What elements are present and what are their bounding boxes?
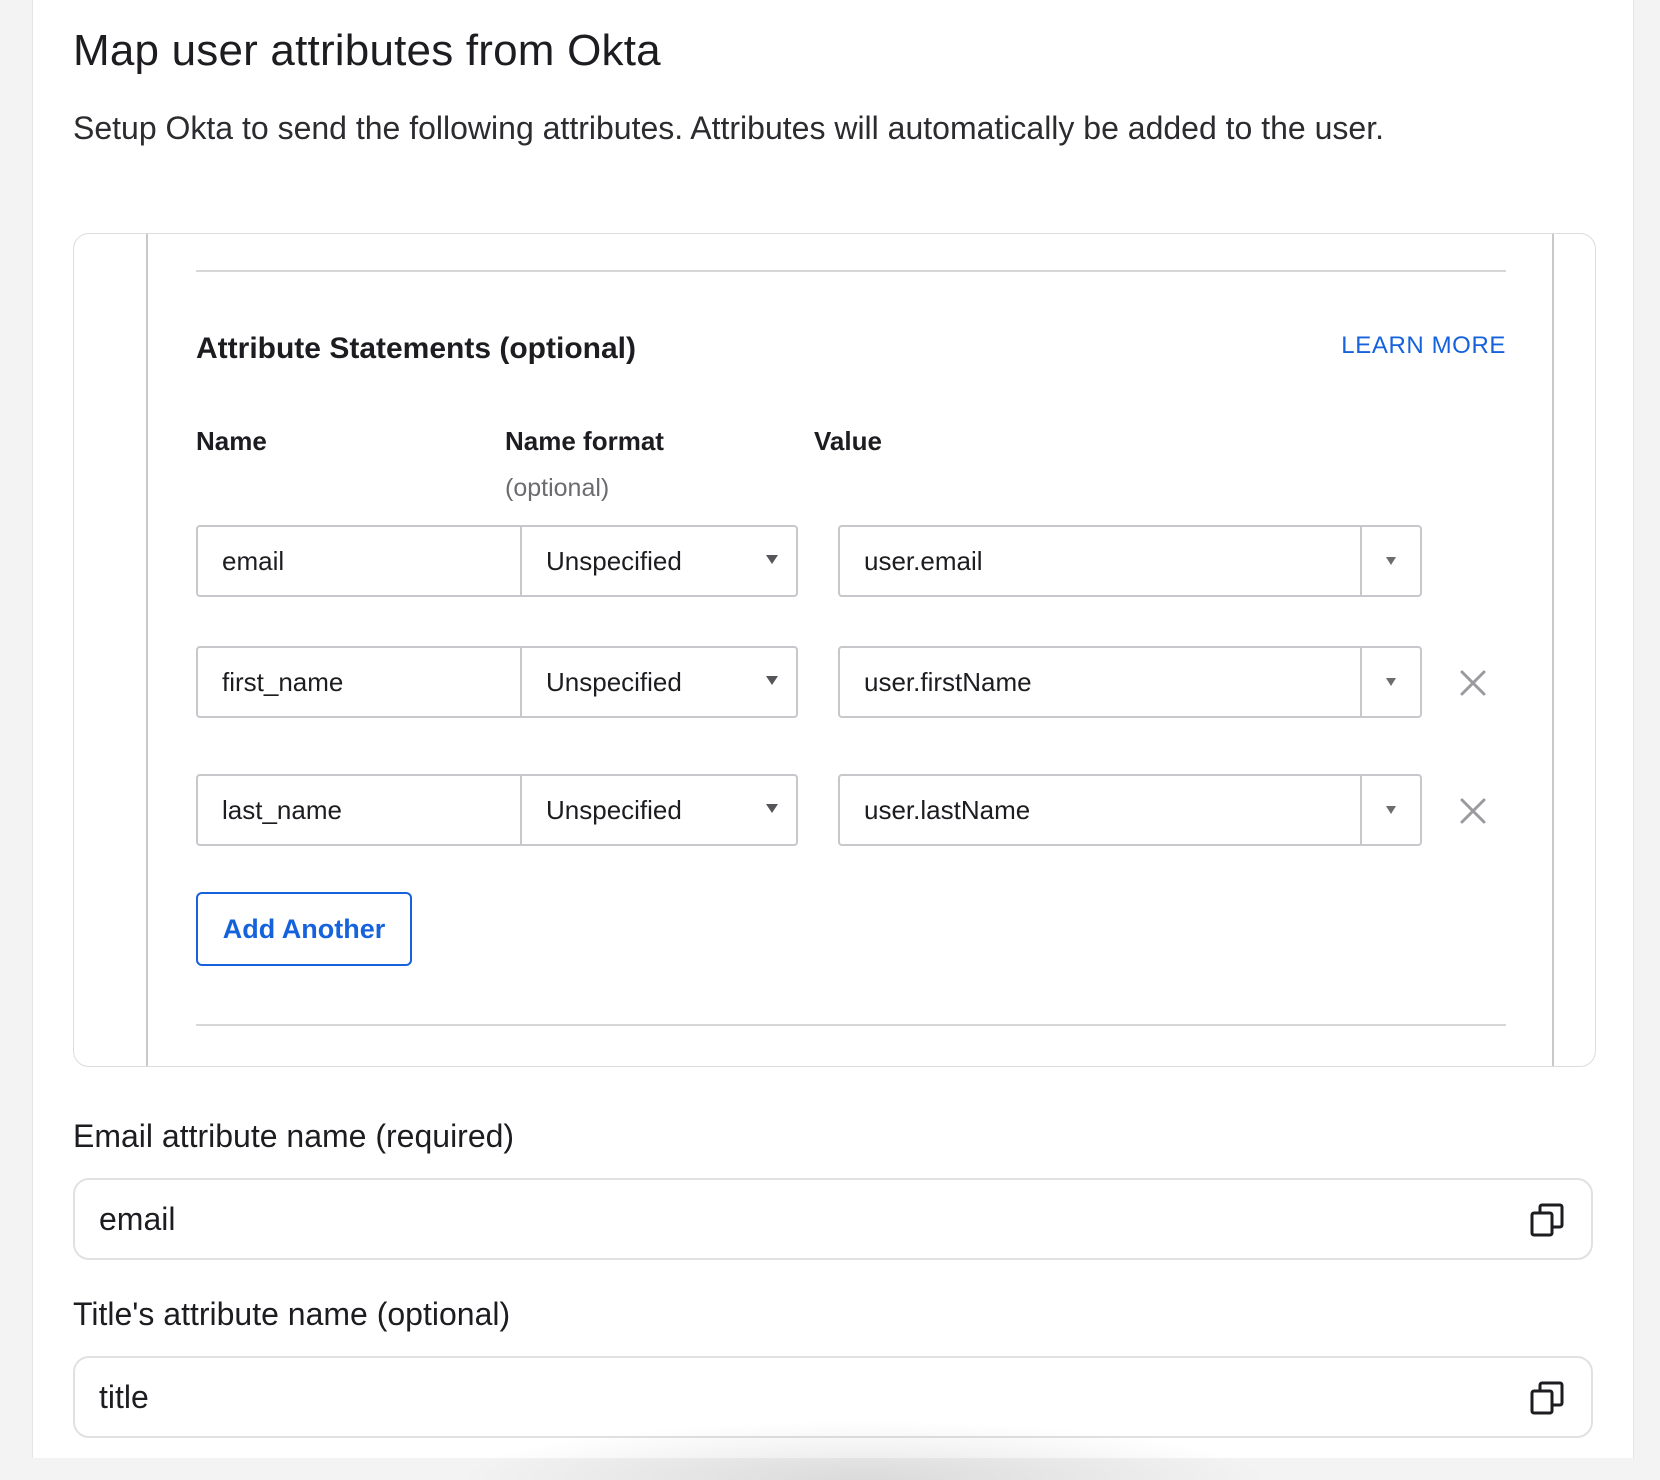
divider: [196, 270, 1506, 272]
main-panel: Map user attributes from Okta Setup Okta…: [32, 0, 1634, 1480]
email-attribute-field[interactable]: email: [73, 1178, 1593, 1260]
column-subheader-optional: (optional): [505, 474, 610, 502]
attribute-row: last_name Unspecified user.lastName: [196, 774, 1486, 846]
email-attribute-value: email: [99, 1200, 176, 1237]
chevron-down-icon: [766, 676, 778, 685]
copy-icon[interactable]: [1529, 1380, 1565, 1416]
value-dropdown-toggle[interactable]: [1360, 776, 1420, 844]
learn-more-link[interactable]: LEARN MORE: [1341, 332, 1506, 360]
name-format-select[interactable]: Unspecified: [520, 774, 798, 846]
page-subtitle: Setup Okta to send the following attribu…: [73, 110, 1384, 146]
attribute-value-combobox[interactable]: user.lastName: [838, 774, 1422, 846]
title-attribute-value: title: [99, 1378, 149, 1415]
value-dropdown-toggle[interactable]: [1360, 648, 1420, 716]
close-icon[interactable]: [1458, 796, 1488, 826]
title-attribute-label: Title's attribute name (optional): [73, 1296, 511, 1332]
divider: [196, 1024, 1506, 1026]
chevron-down-icon: [1386, 557, 1396, 565]
name-format-value: Unspecified: [546, 545, 682, 576]
title-attribute-field[interactable]: title: [73, 1356, 1593, 1438]
copy-icon[interactable]: [1529, 1202, 1565, 1238]
section-title: Attribute Statements (optional): [196, 332, 636, 365]
name-format-value: Unspecified: [546, 666, 682, 697]
chevron-down-icon: [766, 804, 778, 813]
name-format-value: Unspecified: [546, 794, 682, 825]
chevron-down-icon: [1386, 678, 1396, 686]
add-another-button[interactable]: Add Another: [196, 892, 412, 966]
chevron-down-icon: [766, 555, 778, 564]
value-dropdown-toggle[interactable]: [1360, 527, 1420, 595]
attribute-name-input[interactable]: first_name: [196, 646, 522, 718]
okta-embed-card: Attribute Statements (optional) LEARN MO…: [73, 233, 1596, 1067]
chevron-down-icon: [1386, 806, 1396, 814]
column-header-name-format: Name format: [505, 426, 664, 456]
attribute-value-text: user.firstName: [864, 666, 1032, 697]
email-attribute-label: Email attribute name (required): [73, 1118, 515, 1154]
name-format-select[interactable]: Unspecified: [520, 525, 798, 597]
column-header-value: Value: [814, 426, 882, 456]
close-icon[interactable]: [1458, 668, 1488, 698]
attribute-value-text: user.lastName: [864, 794, 1031, 825]
attribute-value-text: user.email: [864, 545, 983, 576]
attribute-name-input[interactable]: last_name: [196, 774, 522, 846]
column-header-name: Name: [196, 426, 267, 456]
page-title: Map user attributes from Okta: [73, 26, 661, 75]
attribute-row: first_name Unspecified user.firstName: [196, 646, 1486, 718]
attribute-value-combobox[interactable]: user.firstName: [838, 646, 1422, 718]
name-format-select[interactable]: Unspecified: [520, 646, 798, 718]
attribute-name-input[interactable]: email: [196, 525, 522, 597]
attribute-value-combobox[interactable]: user.email: [838, 525, 1422, 597]
attribute-row: email Unspecified user.email: [196, 525, 1486, 597]
attribute-statements-section: Attribute Statements (optional) LEARN MO…: [146, 234, 1554, 1066]
